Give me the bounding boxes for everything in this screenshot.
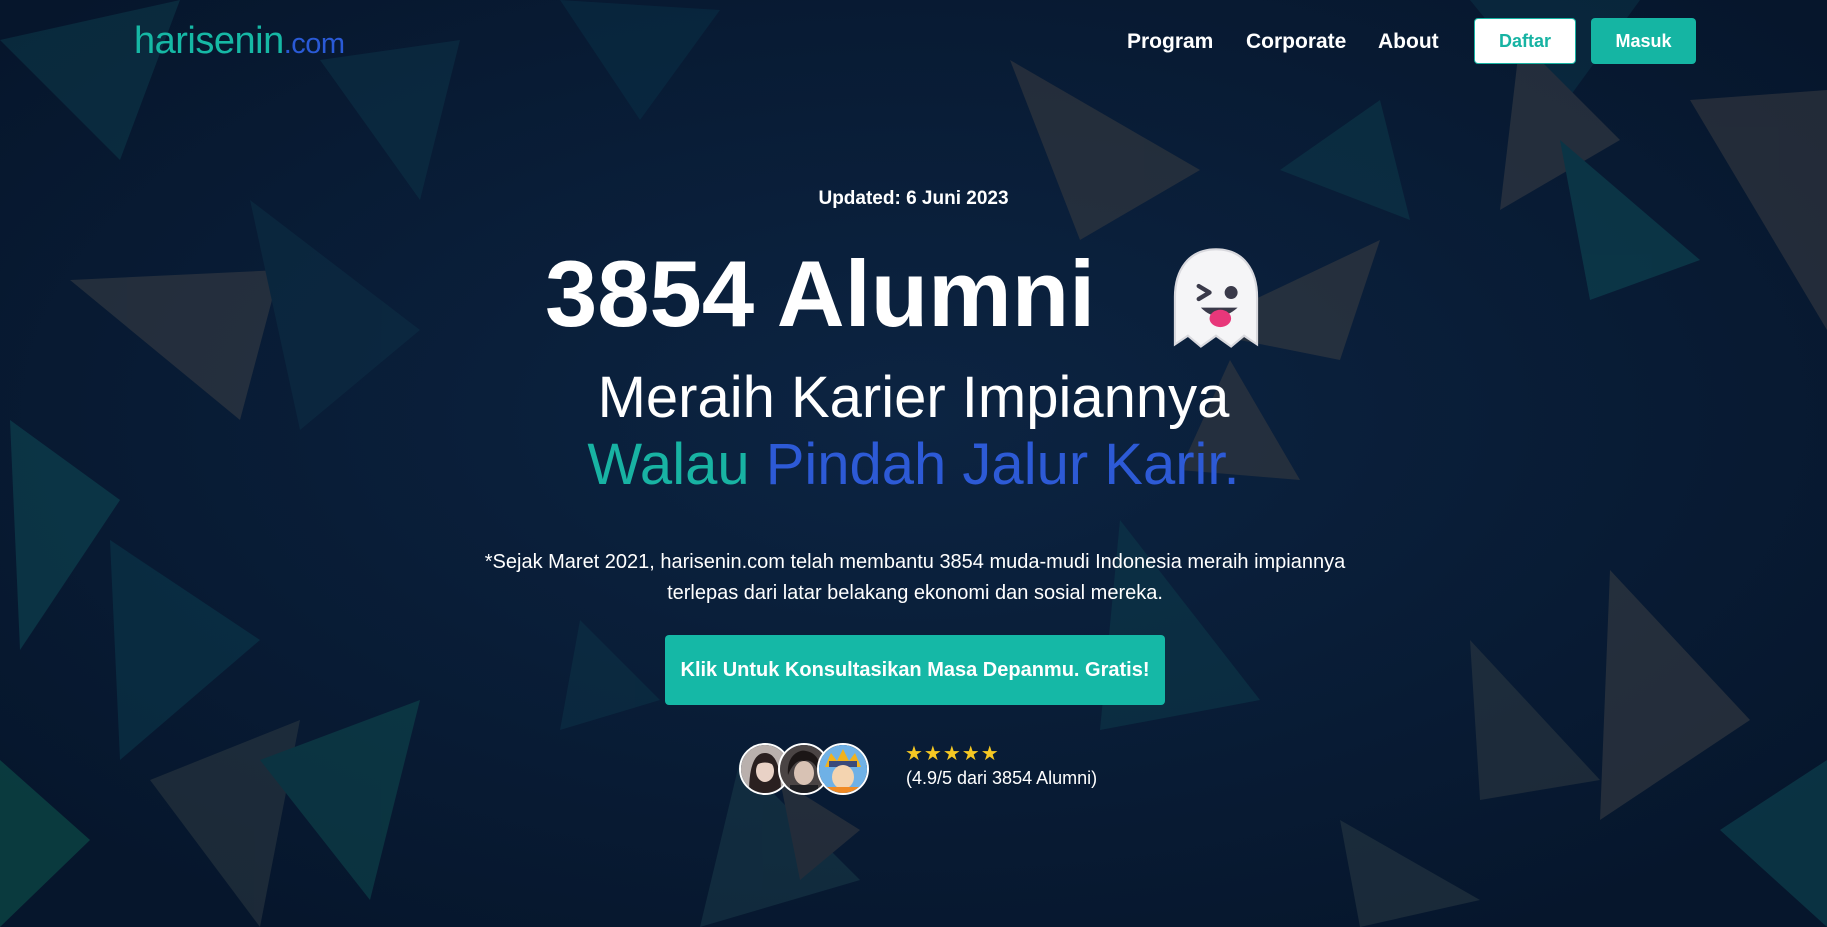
daftar-button[interactable]: Daftar xyxy=(1474,18,1576,64)
hero-description: *Sejak Maret 2021, harisenin.com telah m… xyxy=(440,547,1390,609)
rating-stars: ★★★★★ xyxy=(905,743,1000,765)
alumni-headline: 3854 Alumni xyxy=(545,241,1096,346)
description-line-1: *Sejak Maret 2021, harisenin.com telah m… xyxy=(484,551,1346,573)
consultation-cta-button[interactable]: Klik Untuk Konsultasikan Masa Depanmu. G… xyxy=(665,635,1165,705)
nav-link-about[interactable]: About xyxy=(1378,30,1439,54)
description-line-2: terlepas dari latar belakang ekonomi dan… xyxy=(667,582,1163,604)
avatar-image-3 xyxy=(819,745,867,793)
logo-main-text: harisenin xyxy=(134,20,284,62)
hero-subtitle-line2: Walau Pindah Jalur Karir. xyxy=(0,431,1827,498)
subtitle-teal-word: Walau xyxy=(587,432,750,497)
masuk-button[interactable]: Masuk xyxy=(1591,18,1696,64)
nav-link-corporate[interactable]: Corporate xyxy=(1246,30,1346,54)
subtitle-blue-phrase: Pindah Jalur Karir. xyxy=(765,432,1240,497)
top-navbar: harisenin.com Program Corporate About Da… xyxy=(0,0,1827,84)
rating-text: (4.9/5 dari 3854 Alumni) xyxy=(906,768,1098,788)
ghost-wink-icon xyxy=(1173,248,1259,348)
nav-link-program[interactable]: Program xyxy=(1127,30,1213,54)
hero-subtitle-line1: Meraih Karier Impiannya xyxy=(597,365,1230,430)
logo-tld-text: .com xyxy=(283,28,345,60)
site-logo[interactable]: harisenin.com xyxy=(134,20,345,63)
alumni-avatar xyxy=(817,743,869,795)
updated-date: Updated: 6 Juni 2023 xyxy=(818,188,1009,209)
